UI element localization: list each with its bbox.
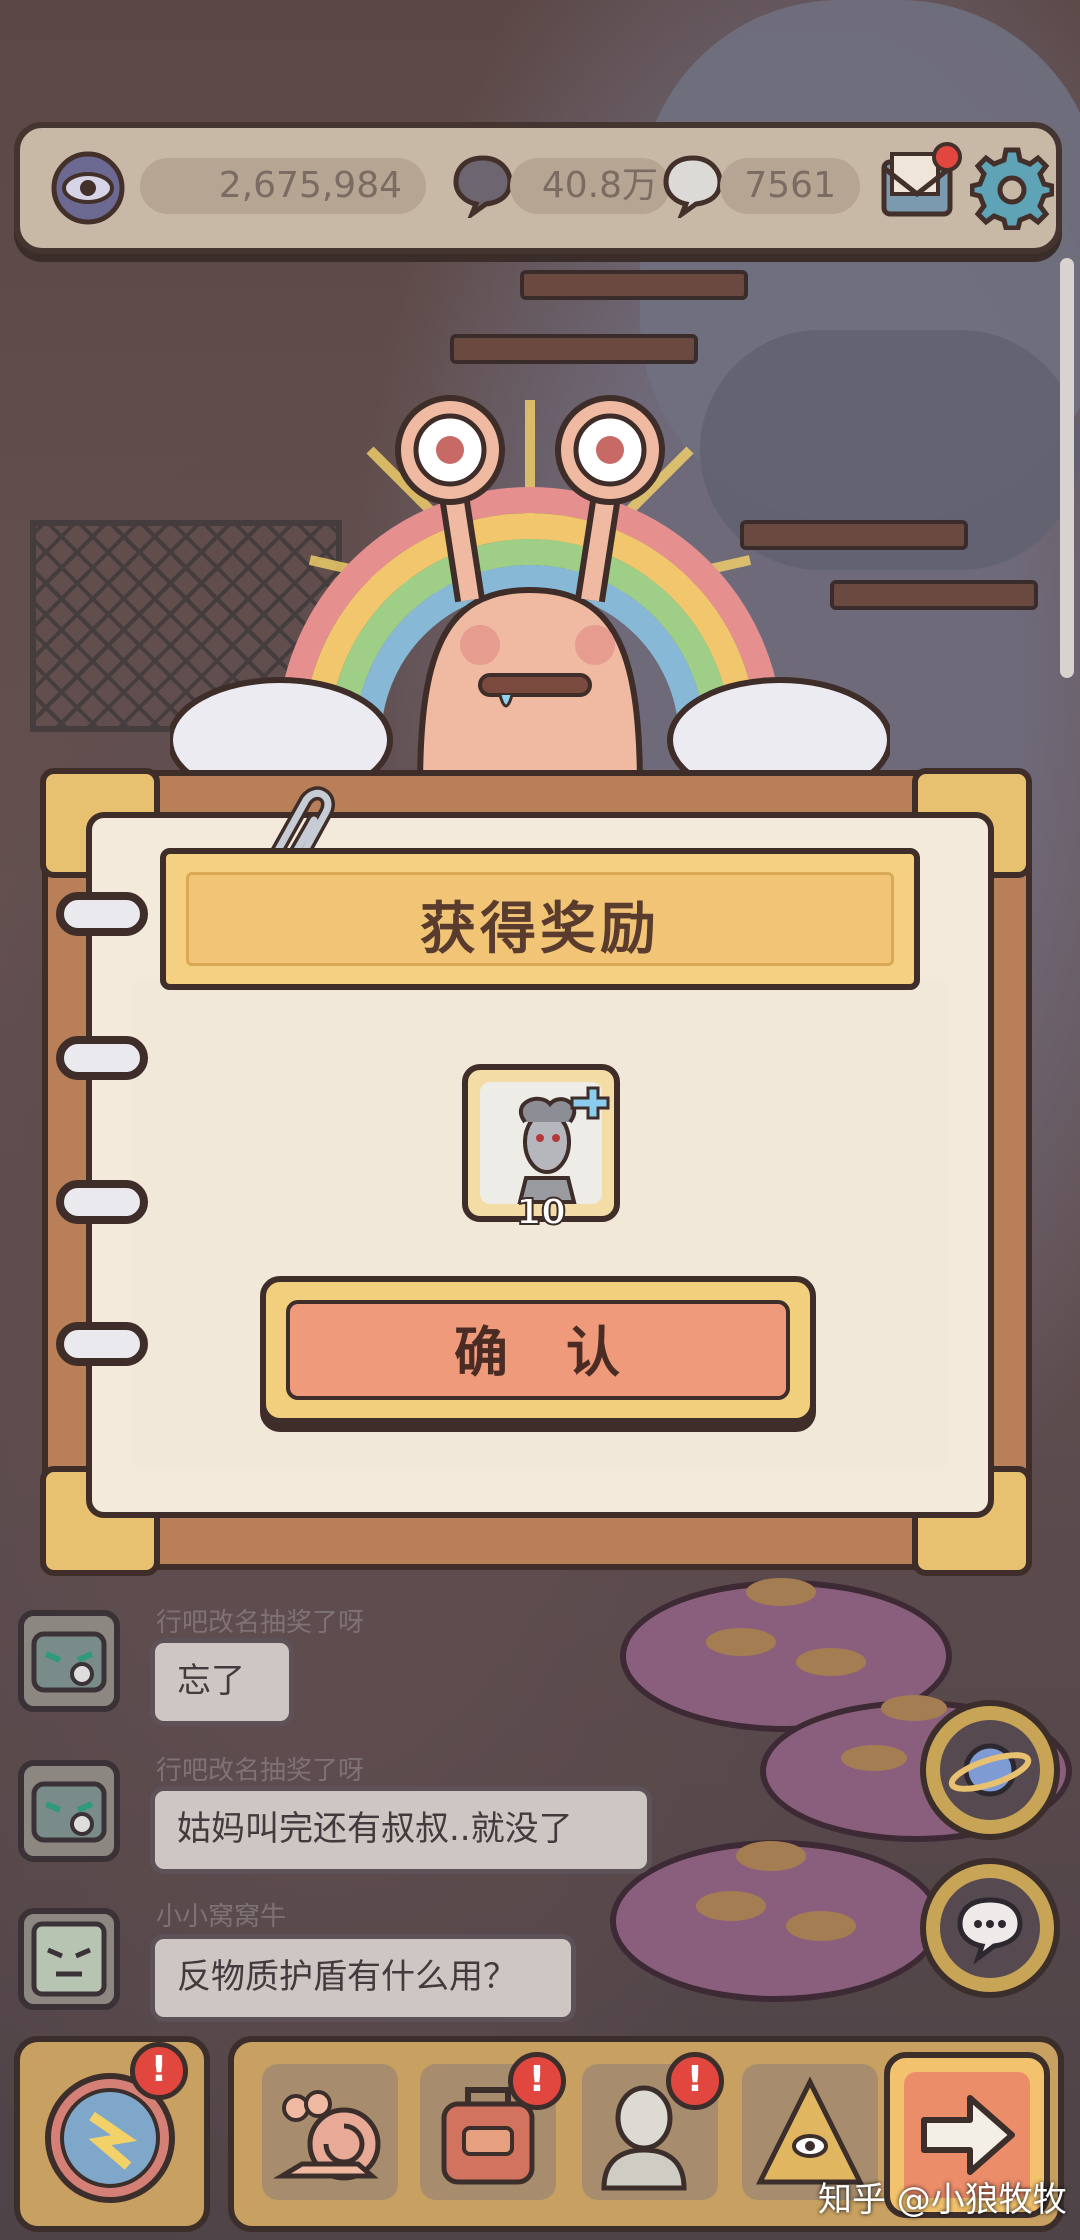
mail-notification-dot	[932, 142, 962, 172]
chat-button-face	[940, 1878, 1040, 1978]
planet-icon	[948, 1743, 1032, 1797]
binder-ring	[56, 1180, 148, 1224]
stone-face-avatar-icon	[31, 1921, 107, 1997]
mushroom-decor	[610, 1840, 942, 2002]
chat-message: 姑妈叫完还有叔叔..就没了	[150, 1786, 652, 1874]
robot-avatar-icon	[31, 1781, 107, 1843]
chat-username: 小小窝窝牛	[156, 1902, 287, 1932]
confirm-label: 确 认	[454, 1321, 622, 1384]
binder-ring	[56, 1322, 148, 1366]
stat-two-counter: 40.8万	[510, 158, 670, 214]
chat-button[interactable]	[920, 1858, 1060, 1998]
eye-icon	[51, 151, 125, 225]
backpack-notification-badge: !	[508, 2052, 566, 2110]
snail-character	[170, 395, 890, 790]
planet-button-face	[940, 1720, 1040, 1820]
scrollbar[interactable]	[1060, 258, 1074, 678]
dialog-title: 获得奖励	[420, 897, 660, 962]
chat-message: 反物质护盾有什么用？	[150, 1934, 576, 2022]
chat-avatar[interactable]	[18, 1760, 120, 1862]
statue-notification-badge: !	[666, 2052, 724, 2110]
compass-notification-badge: !	[130, 2042, 188, 2100]
views-counter: 2,675,984	[140, 158, 426, 214]
robot-avatar-icon	[31, 1631, 107, 1693]
chat-message: 忘了	[150, 1638, 294, 1726]
chat-icon	[957, 1897, 1023, 1965]
chat-username: 行吧改名抽奖了呀	[156, 1756, 365, 1786]
stat-three-counter: 7561	[720, 158, 860, 214]
resource-top-bar: 2,675,984 40.8万 7561	[14, 122, 1062, 254]
confirm-button[interactable]: 确 认	[260, 1276, 816, 1424]
watermark: 知乎 @小狼牧牧	[818, 2180, 1067, 2220]
speech-bubble-icon	[663, 155, 723, 218]
reward-item-frame	[480, 1082, 610, 1204]
chat-avatar[interactable]	[18, 1908, 120, 2010]
gear-icon[interactable]	[970, 146, 1054, 230]
reward-count: 10	[515, 1191, 567, 1234]
chat-bubble-icon	[453, 155, 513, 218]
chat-username: 行吧改名抽奖了呀	[156, 1608, 365, 1638]
snail-icon	[272, 2090, 381, 2181]
nav-snail-button[interactable]	[262, 2064, 398, 2200]
planet-button[interactable]	[920, 1700, 1060, 1840]
binder-ring	[56, 1036, 148, 1080]
plank-decor	[520, 270, 748, 300]
chat-avatar[interactable]	[18, 1610, 120, 1712]
